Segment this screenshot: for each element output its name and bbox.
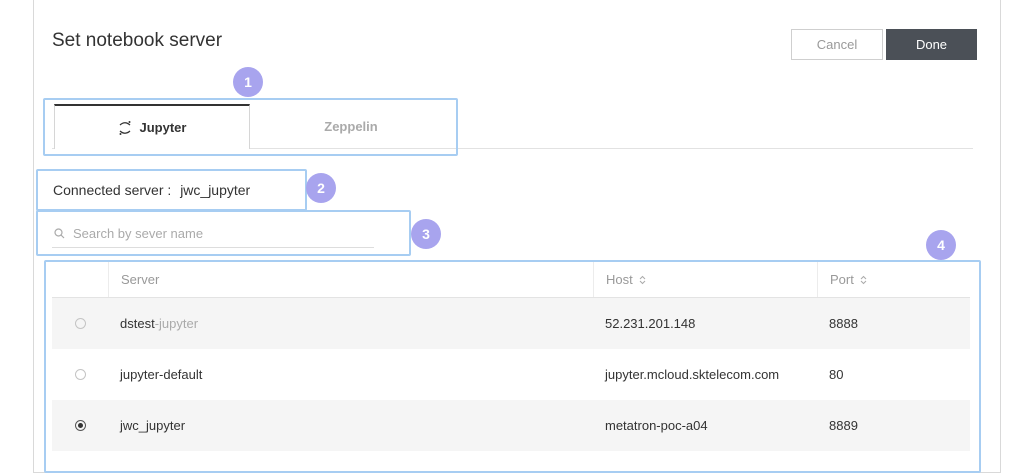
annotation-badge-3: 3 — [411, 219, 441, 249]
port-cell: 8888 — [829, 316, 858, 331]
annotation-badge-1: 1 — [233, 67, 263, 97]
tab-jupyter[interactable]: Jupyter — [54, 104, 250, 149]
server-cell: jupyter-default — [120, 367, 203, 382]
header-port[interactable]: Port — [817, 262, 953, 297]
table-row[interactable]: jupyter-default jupyter.mcloud.sktelecom… — [52, 349, 970, 400]
server-cell: jwc_jupyter — [120, 418, 186, 433]
done-button[interactable]: Done — [886, 29, 977, 60]
port-cell: 80 — [829, 367, 844, 382]
sort-icon[interactable] — [639, 275, 646, 285]
search-input[interactable] — [73, 226, 363, 241]
table-row[interactable]: jwc_jupyter metatron-poc-a04 8889 — [52, 400, 970, 451]
search-icon — [54, 228, 65, 239]
annotation-badge-2: 2 — [306, 173, 336, 203]
jupyter-icon — [118, 120, 132, 136]
tab-zeppelin[interactable]: Zeppelin — [250, 104, 452, 149]
notebook-server-dialog: Set notebook server Cancel Done Jupyter … — [33, 0, 1001, 473]
connected-server-label: Connected server : — [53, 182, 172, 198]
header-select — [52, 262, 108, 297]
server-table: Server Host Port dstest -jupyter 52.231.… — [52, 262, 970, 451]
row-radio-cell[interactable] — [52, 400, 108, 451]
port-cell: 8889 — [829, 418, 858, 433]
search-box — [52, 220, 374, 248]
radio-button[interactable] — [74, 318, 86, 329]
annotation-badge-4: 4 — [926, 230, 956, 260]
row-radio-cell[interactable] — [52, 349, 108, 400]
dialog-title: Set notebook server — [52, 30, 223, 51]
row-radio-cell[interactable] — [52, 298, 108, 349]
tab-label: Jupyter — [139, 120, 187, 135]
radio-button-selected[interactable] — [74, 420, 86, 431]
tab-label: Zeppelin — [324, 119, 378, 134]
host-cell: jupyter.mcloud.sktelecom.com — [605, 367, 780, 382]
sort-icon[interactable] — [860, 275, 867, 285]
server-cell: dstest -jupyter — [120, 316, 199, 331]
header-host[interactable]: Host — [593, 262, 817, 297]
connected-server-value: jwc_jupyter — [180, 182, 251, 198]
host-cell: metatron-poc-a04 — [605, 418, 708, 433]
connected-server-info: Connected server : jwc_jupyter — [53, 182, 250, 198]
cancel-button[interactable]: Cancel — [791, 29, 883, 60]
table-header: Server Host Port — [52, 262, 970, 298]
host-cell: 52.231.201.148 — [605, 316, 696, 331]
table-row[interactable]: dstest -jupyter 52.231.201.148 8888 — [52, 298, 970, 349]
radio-button[interactable] — [74, 369, 86, 380]
header-server[interactable]: Server — [108, 262, 593, 297]
